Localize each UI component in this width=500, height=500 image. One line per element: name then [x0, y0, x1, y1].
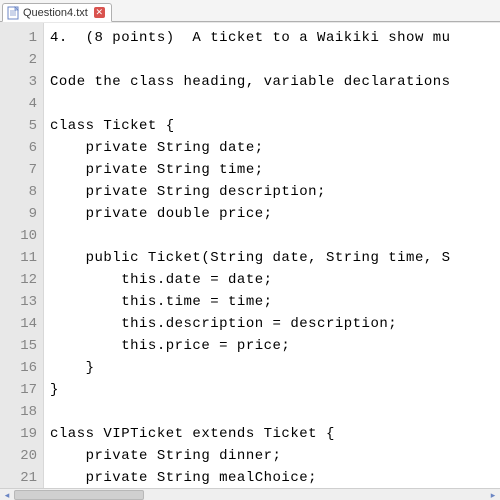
tab-bar: Question4.txt ✕ [0, 0, 500, 22]
line-number: 21 [2, 467, 37, 488]
line-number: 1 [2, 27, 37, 49]
code-line: this.time = time; [50, 291, 500, 313]
code-line: private String date; [50, 137, 500, 159]
line-number: 17 [2, 379, 37, 401]
line-number: 10 [2, 225, 37, 247]
scroll-left-arrow-icon[interactable]: ◂ [0, 489, 14, 500]
code-line: this.date = date; [50, 269, 500, 291]
code-line [50, 49, 500, 71]
tab-filename: Question4.txt [23, 7, 88, 19]
scroll-thumb[interactable] [14, 490, 144, 500]
line-number: 11 [2, 247, 37, 269]
code-line: 4. (8 points) A ticket to a Waikiki show… [50, 27, 500, 49]
scroll-right-arrow-icon[interactable]: ▸ [486, 489, 500, 500]
code-line [50, 93, 500, 115]
code-line: this.price = price; [50, 335, 500, 357]
line-number: 18 [2, 401, 37, 423]
line-number-gutter: 123456789101112131415161718192021 [0, 23, 44, 488]
file-icon [7, 6, 19, 20]
line-number: 14 [2, 313, 37, 335]
line-number: 6 [2, 137, 37, 159]
line-number: 4 [2, 93, 37, 115]
line-number: 19 [2, 423, 37, 445]
code-line [50, 225, 500, 247]
code-line: class Ticket { [50, 115, 500, 137]
code-line: class VIPTicket extends Ticket { [50, 423, 500, 445]
code-line: Code the class heading, variable declara… [50, 71, 500, 93]
code-line: } [50, 379, 500, 401]
code-line: private String dinner; [50, 445, 500, 467]
editor-pane: 123456789101112131415161718192021 4. (8 … [0, 22, 500, 488]
line-number: 2 [2, 49, 37, 71]
line-number: 13 [2, 291, 37, 313]
line-number: 5 [2, 115, 37, 137]
close-icon[interactable]: ✕ [94, 7, 105, 18]
line-number: 20 [2, 445, 37, 467]
code-area[interactable]: 4. (8 points) A ticket to a Waikiki show… [44, 23, 500, 488]
line-number: 8 [2, 181, 37, 203]
code-line: private String mealChoice; [50, 467, 500, 488]
horizontal-scrollbar[interactable]: ◂ ▸ [0, 488, 500, 500]
line-number: 9 [2, 203, 37, 225]
line-number: 12 [2, 269, 37, 291]
line-number: 15 [2, 335, 37, 357]
code-line [50, 401, 500, 423]
code-line: } [50, 357, 500, 379]
code-line: this.description = description; [50, 313, 500, 335]
line-number: 7 [2, 159, 37, 181]
line-number: 3 [2, 71, 37, 93]
file-tab[interactable]: Question4.txt ✕ [2, 3, 112, 22]
code-line: private double price; [50, 203, 500, 225]
code-line: private String description; [50, 181, 500, 203]
code-line: private String time; [50, 159, 500, 181]
code-line: public Ticket(String date, String time, … [50, 247, 500, 269]
line-number: 16 [2, 357, 37, 379]
